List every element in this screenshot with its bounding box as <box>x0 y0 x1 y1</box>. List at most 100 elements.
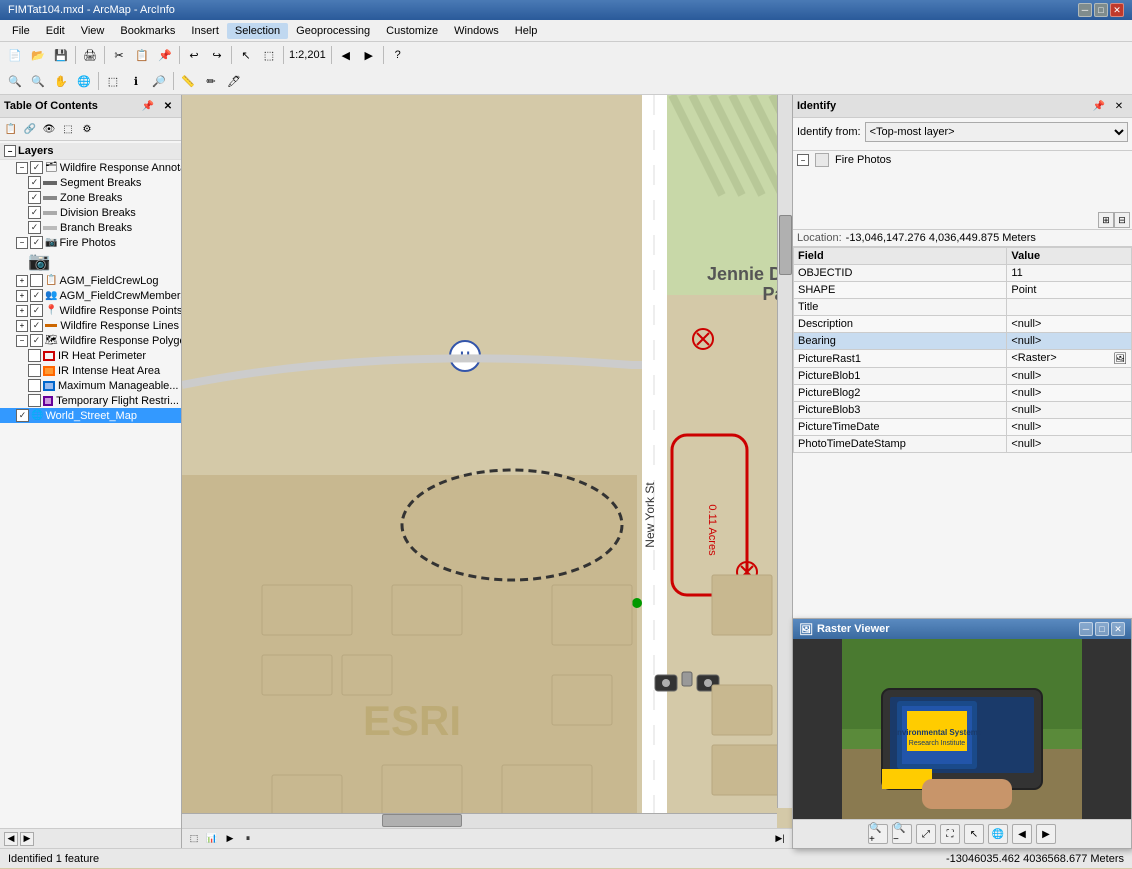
agm-fieldcrewlog-checkbox[interactable] <box>30 274 43 287</box>
menu-help[interactable]: Help <box>507 23 546 39</box>
toc-item-wildfire-points[interactable]: + 📍 Wildfire Response Points <box>0 303 181 318</box>
identify-tree-expand[interactable]: − <box>797 154 809 166</box>
raster-zoom-in-btn[interactable]: 🔍+ <box>868 824 888 844</box>
identify-expand-all[interactable]: ⊞ <box>1098 212 1114 228</box>
toc-item-wildfire-polygons[interactable]: − 🗺 Wildfire Response Polygo... <box>0 333 181 348</box>
identify-collapse-all[interactable]: ⊟ <box>1114 212 1130 228</box>
fire-photos-expand[interactable]: − <box>16 237 28 249</box>
agm-fieldcrewmembers-checkbox[interactable] <box>30 289 43 302</box>
wildfire-polygons-checkbox[interactable] <box>30 334 43 347</box>
identify-table-row[interactable]: PictureBlob1<null> <box>794 368 1132 385</box>
map-play-btn[interactable]: ▶ <box>222 831 238 847</box>
identify-table-row[interactable]: OBJECTID11 <box>794 265 1132 282</box>
identify-table-row[interactable]: PictureRast1<Raster> 🖼 <box>794 350 1132 368</box>
paste-btn[interactable]: 📌 <box>154 44 176 66</box>
copy-btn[interactable]: 📋 <box>131 44 153 66</box>
close-button[interactable]: ✕ <box>1110 3 1124 17</box>
save-btn[interactable]: 💾 <box>50 44 72 66</box>
toc-close-btn[interactable]: ✕ <box>159 97 177 115</box>
raster-zoom-out-btn[interactable]: 🔍− <box>892 824 912 844</box>
measure-btn[interactable]: 📏 <box>177 70 199 92</box>
menu-edit[interactable]: Edit <box>38 23 73 39</box>
wildfire-polygons-expand[interactable]: − <box>16 335 28 347</box>
help-btn[interactable]: ? <box>387 44 409 66</box>
toc-item-agm-fieldcrewmembers[interactable]: + 👥 AGM_FieldCrewMembers... <box>0 288 181 303</box>
arrow-btn[interactable]: ↖ <box>235 44 257 66</box>
identify-table-row[interactable]: PictureBlog2<null> <box>794 385 1132 402</box>
cut-btn[interactable]: ✂ <box>108 44 130 66</box>
wildfire-points-checkbox[interactable] <box>30 304 43 317</box>
division-breaks-checkbox[interactable] <box>28 206 41 219</box>
toc-list-btn[interactable]: 📋 <box>2 120 20 138</box>
toc-item-division-breaks[interactable]: Division Breaks <box>0 205 181 220</box>
raster-pointer-btn[interactable]: ↖ <box>964 824 984 844</box>
toc-pin-btn[interactable]: 📌 <box>139 97 157 115</box>
toc-bottom-prev[interactable]: ◀ <box>4 832 18 846</box>
wildfire-lines-checkbox[interactable] <box>30 319 43 332</box>
sketch-btn[interactable]: 🖊 <box>223 70 245 92</box>
temp-flight-checkbox[interactable] <box>28 394 41 407</box>
toc-item-ir-heat-perimeter[interactable]: IR Heat Perimeter <box>0 348 181 363</box>
identify-table-row[interactable]: PictureBlob3<null> <box>794 402 1132 419</box>
wildfire-points-expand[interactable]: + <box>16 305 28 317</box>
toc-options-btn[interactable]: ⚙ <box>78 120 96 138</box>
minimize-button[interactable]: ─ <box>1078 3 1092 17</box>
menu-insert[interactable]: Insert <box>183 23 227 39</box>
editor-btn[interactable]: ✏ <box>200 70 222 92</box>
print-btn[interactable]: 🖨 <box>79 44 101 66</box>
map-area[interactable]: Jennie Davis Park ESRI 0.11 Acres H <box>182 95 792 848</box>
map-overview-btn[interactable]: ⬚ <box>186 831 202 847</box>
identify-table-row[interactable]: PhotoTimeDateStamp<null> <box>794 436 1132 453</box>
zoom-in-btn[interactable]: 🔍 <box>4 70 26 92</box>
agm-fieldcrewmembers-expand[interactable]: + <box>16 290 28 302</box>
map-scrollbar-horizontal[interactable] <box>182 813 777 828</box>
select-btn[interactable]: ⬚ <box>258 44 280 66</box>
toc-item-zone-breaks[interactable]: Zone Breaks <box>0 190 181 205</box>
toc-item-agm-fieldcrewlog[interactable]: + 📋 AGM_FieldCrewLog <box>0 273 181 288</box>
raster-viewer-max[interactable]: □ <box>1095 622 1109 636</box>
identify-table-row[interactable]: Bearing<null> <box>794 333 1132 350</box>
toc-item-branch-breaks[interactable]: Branch Breaks <box>0 220 181 235</box>
menu-view[interactable]: View <box>73 23 113 39</box>
raster-viewer-min[interactable]: ─ <box>1079 622 1093 636</box>
zoom-next-btn[interactable]: ▶ <box>358 44 380 66</box>
toc-item-temp-flight[interactable]: Temporary Flight Restri... <box>0 393 181 408</box>
layers-expand-btn[interactable]: − <box>4 145 16 157</box>
ir-heat-perimeter-checkbox[interactable] <box>28 349 41 362</box>
zoom-out-btn[interactable]: 🔍 <box>27 70 49 92</box>
menu-selection[interactable]: Selection <box>227 23 288 39</box>
map-scrollbar-thumb-v[interactable] <box>779 215 792 275</box>
toc-item-wildfire-lines[interactable]: + Wildfire Response Lines <box>0 318 181 333</box>
maximize-button[interactable]: □ <box>1094 3 1108 17</box>
fire-photos-checkbox[interactable] <box>30 236 43 249</box>
identify-table-row[interactable]: Description<null> <box>794 316 1132 333</box>
new-btn[interactable]: 📄 <box>4 44 26 66</box>
raster-fit-btn[interactable]: ⤢ <box>916 824 936 844</box>
toc-item-max-manageable[interactable]: Maximum Manageable... <box>0 378 181 393</box>
redo-btn[interactable]: ↪ <box>206 44 228 66</box>
ir-intense-heat-checkbox[interactable] <box>28 364 41 377</box>
toc-visibility-btn[interactable]: 👁 <box>40 120 58 138</box>
identify-table-row[interactable]: PictureTimeDate<null> <box>794 419 1132 436</box>
menu-bookmarks[interactable]: Bookmarks <box>112 23 183 39</box>
pan-btn[interactable]: ✋ <box>50 70 72 92</box>
identify-close-btn[interactable]: ✕ <box>1110 97 1128 115</box>
branch-breaks-checkbox[interactable] <box>28 221 41 234</box>
segment-breaks-checkbox[interactable] <box>28 176 41 189</box>
toc-item-ir-intense-heat[interactable]: IR Intense Heat Area <box>0 363 181 378</box>
identify-table-row[interactable]: SHAPEPoint <box>794 282 1132 299</box>
identify-btn[interactable]: ℹ <box>125 70 147 92</box>
zoom-prev-btn[interactable]: ◀ <box>335 44 357 66</box>
toc-item-fire-photos[interactable]: − 📷 Fire Photos <box>0 235 181 250</box>
menu-geoprocessing[interactable]: Geoprocessing <box>288 23 378 39</box>
undo-btn[interactable]: ↩ <box>183 44 205 66</box>
toc-item-segment-breaks[interactable]: Segment Breaks <box>0 175 181 190</box>
map-scrollbar-thumb-h[interactable] <box>382 814 462 827</box>
menu-file[interactable]: File <box>4 23 38 39</box>
raster-back-btn[interactable]: ◀ <box>1012 824 1032 844</box>
toc-selection-btn[interactable]: ⬚ <box>59 120 77 138</box>
select-features-btn[interactable]: ⬚ <box>102 70 124 92</box>
raster-icon[interactable]: 🖼 <box>1113 352 1127 365</box>
full-extent-btn[interactable]: 🌐 <box>73 70 95 92</box>
raster-forward-btn[interactable]: ▶ <box>1036 824 1056 844</box>
